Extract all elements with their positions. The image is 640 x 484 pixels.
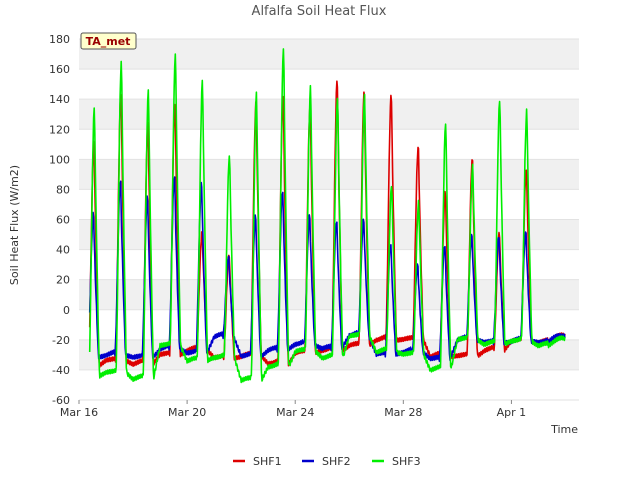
y-tick-label: 60 xyxy=(56,214,70,227)
y-axis: -60-40-20020406080100120140160180 xyxy=(49,33,70,407)
legend-label-shf2: SHF2 xyxy=(322,455,351,468)
x-tick-label: Mar 24 xyxy=(276,406,314,419)
chart-title: Alfalfa Soil Heat Flux xyxy=(252,4,387,19)
y-tick-label: 20 xyxy=(56,274,70,287)
x-tick-label: Mar 20 xyxy=(168,406,206,419)
y-tick-label: 120 xyxy=(49,123,70,136)
grid-band xyxy=(79,99,579,130)
y-tick-label: -20 xyxy=(52,334,70,347)
x-tick-label: Apr 1 xyxy=(497,406,527,419)
y-tick-label: 40 xyxy=(56,244,70,257)
x-tick-label: Mar 16 xyxy=(60,406,98,419)
y-tick-label: 80 xyxy=(56,183,70,196)
y-tick-label: -40 xyxy=(52,364,70,377)
x-axis-label: Time xyxy=(550,423,578,436)
y-tick-label: 100 xyxy=(49,153,70,166)
y-tick-label: 180 xyxy=(49,33,70,46)
grid-band xyxy=(79,159,579,190)
legend-label-shf3: SHF3 xyxy=(392,455,421,468)
y-tick-label: 160 xyxy=(49,63,70,76)
badge-label: TA_met xyxy=(86,35,131,48)
chart-canvas: -60-40-20020406080100120140160180 Mar 16… xyxy=(8,4,579,468)
y-tick-label: 0 xyxy=(63,304,70,317)
x-axis: Mar 16 Mar 20 Mar 24 Mar 28 Apr 1 xyxy=(60,400,526,419)
ta-met-badge: TA_met xyxy=(80,32,137,50)
legend-label-shf1: SHF1 xyxy=(253,455,282,468)
y-axis-label: Soil Heat Flux (W/m2) xyxy=(8,165,21,285)
y-tick-label: 140 xyxy=(49,93,70,106)
x-tick-label: Mar 28 xyxy=(384,406,422,419)
legend: SHF1 SHF2 SHF3 xyxy=(233,455,421,468)
grid-band xyxy=(79,219,579,250)
chart: -60 -40 -20 0 20 40 60 80 100 120 140 160 180 Mar 16… xyxy=(0,0,640,480)
grid-band xyxy=(79,39,579,70)
